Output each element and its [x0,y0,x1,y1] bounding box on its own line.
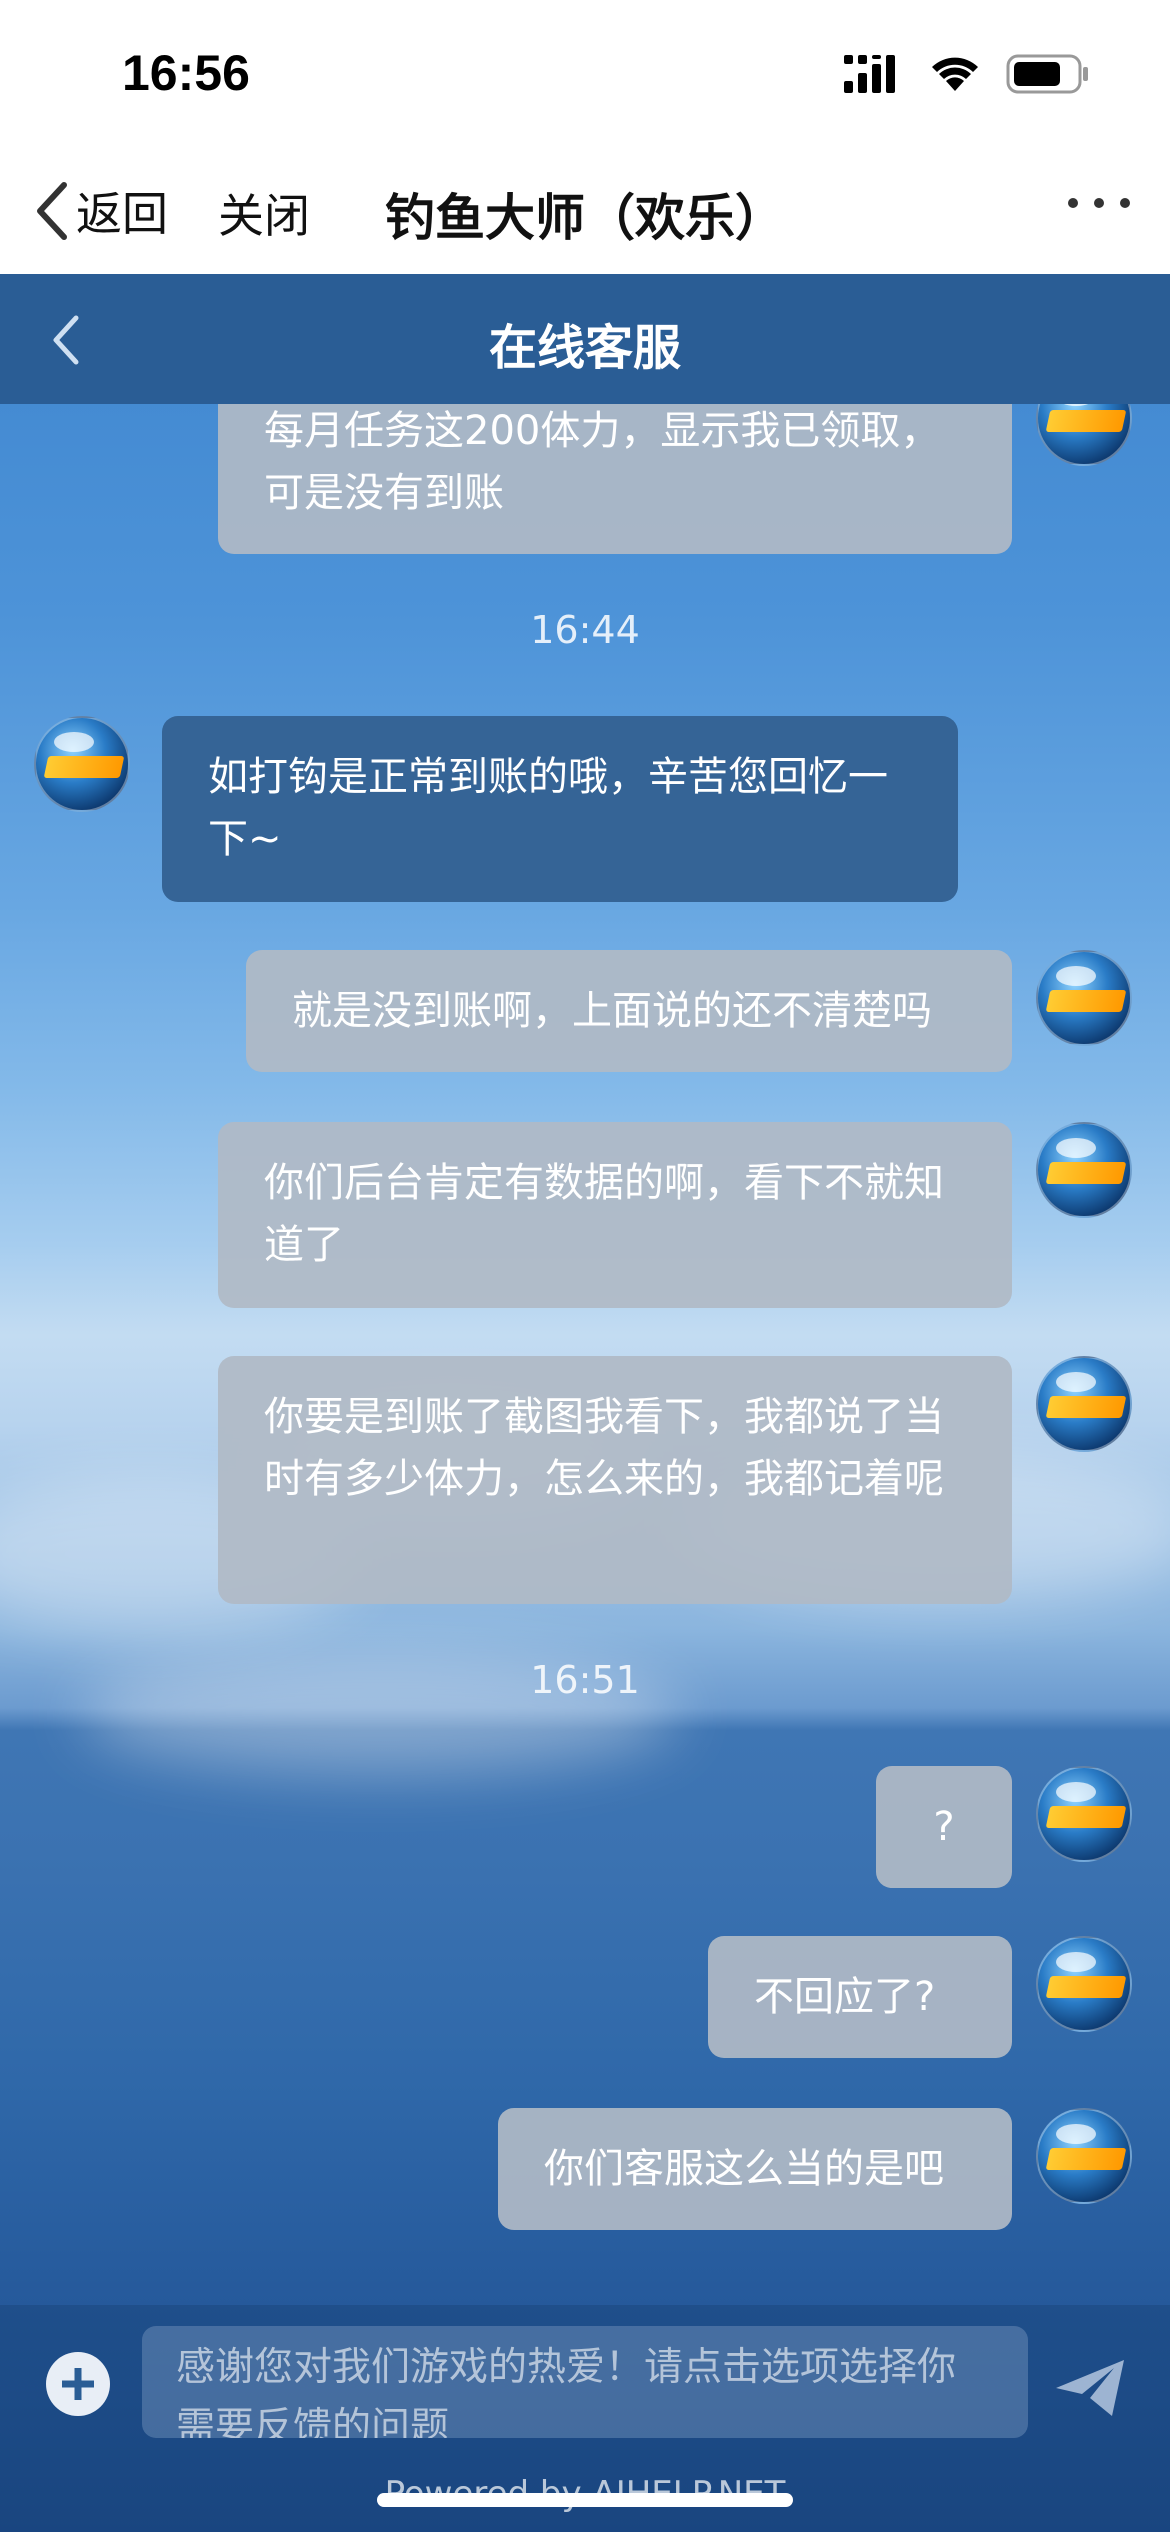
user-avatar [1036,1122,1132,1218]
message-bubble-user: ? [876,1766,1012,1888]
send-icon[interactable] [1054,2358,1126,2418]
wifi-icon [932,57,978,91]
message-bubble-user: 不回应了? [708,1936,1012,2058]
message-bubble-user: 你们后台肯定有数据的啊，看下不就知道了 [218,1122,1012,1308]
top-navigation: 返回 关闭 钓鱼大师（欢乐） [0,150,1170,274]
timestamp: 16:44 [530,608,640,652]
timestamp: 16:51 [530,1658,640,1702]
message-text: 不回应了? [754,1974,936,2020]
message-text: 你们后台肯定有数据的啊，看下不就知道了 [264,1160,944,1268]
chat-title: 在线客服 [488,320,681,376]
page-title: 钓鱼大师（欢乐） [385,189,785,247]
more-options-icon[interactable] [1068,198,1130,208]
user-avatar [1036,1766,1132,1862]
message-input-placeholder: 感谢您对我们游戏的热爱！请点击选项选择你需要反馈的问题 [176,2345,957,2438]
message-text: 你要是到账了截图我看下，我都说了当时有多少体力，怎么来的，我都记着呢 [264,1394,944,1502]
status-icons [844,54,1090,94]
home-indicator [377,2493,793,2507]
plus-icon[interactable] [46,2352,110,2416]
user-avatar [1036,1936,1132,2032]
message-text: ? [933,1804,955,1850]
signal-icon [844,55,895,93]
message-text: 每月任务这200体力，显示我已领取，可是没有到账 [264,408,941,516]
user-avatar [1036,2108,1132,2204]
customer-service-header-overlay: 在线客服 [0,274,1170,404]
message-bubble-user: 就是没到账啊，上面说的还不清楚吗 [246,950,1012,1072]
user-avatar [1036,950,1132,1046]
message-text: 就是没到账啊，上面说的还不清楚吗 [292,988,932,1034]
agent-avatar [34,716,130,812]
message-bubble-user: 你们客服这么当的是吧 [498,2108,1012,2230]
message-text: 如打钩是正常到账的哦，辛苦您回忆一下~ [208,754,888,862]
user-avatar [1036,1356,1132,1452]
message-bubble-user: 你要是到账了截图我看下，我都说了当时有多少体力，怎么来的，我都记着呢 [218,1356,1012,1604]
message-text: 你们客服这么当的是吧 [544,2146,944,2192]
message-input[interactable]: 感谢您对我们游戏的热爱！请点击选项选择你需要反馈的问题 [142,2326,1028,2438]
message-bubble-agent: 如打钩是正常到账的哦，辛苦您回忆一下~ [162,716,958,902]
status-time: 16:56 [122,45,250,101]
battery-icon [1006,54,1088,94]
status-bar: 16:56 [0,0,1170,150]
